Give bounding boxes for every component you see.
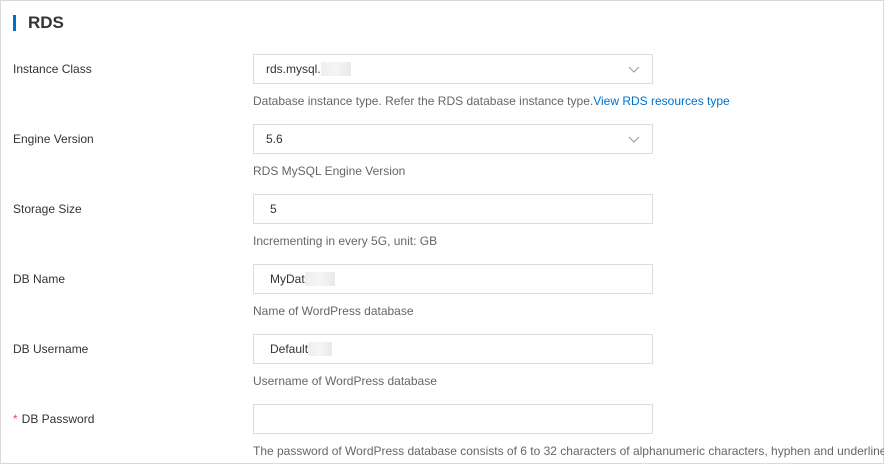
- storage-size-input[interactable]: 5: [253, 194, 653, 224]
- instance-class-select[interactable]: rds.mysql.: [253, 54, 653, 84]
- db-username-help: Username of WordPress database: [253, 374, 437, 388]
- storage-size-label: Storage Size: [13, 202, 82, 216]
- section-header: RDS: [13, 13, 64, 33]
- db-password-help: The password of WordPress database consi…: [253, 444, 884, 458]
- rds-config-panel: RDS Instance Class rds.mysql. Database i…: [0, 0, 884, 464]
- redacted-blur: [304, 272, 335, 286]
- chevron-down-icon: [628, 136, 640, 143]
- db-username-input[interactable]: Default: [253, 334, 653, 364]
- db-name-help: Name of WordPress database: [253, 304, 414, 318]
- db-username-label: DB Username: [13, 342, 89, 356]
- instance-class-help: Database instance type. Refer the RDS da…: [253, 94, 730, 108]
- section-accent-bar: [13, 15, 16, 31]
- db-username-value: Default: [270, 342, 333, 356]
- db-name-input[interactable]: MyDat: [253, 264, 653, 294]
- storage-size-value: 5: [270, 202, 277, 216]
- required-mark: *: [13, 412, 18, 426]
- chevron-down-icon: [628, 66, 640, 73]
- redacted-blur: [308, 342, 333, 356]
- db-password-input[interactable]: [253, 404, 653, 434]
- view-rds-resources-link[interactable]: View RDS resources type: [593, 94, 730, 108]
- redacted-blur: [320, 62, 351, 76]
- engine-version-label: Engine Version: [13, 132, 94, 146]
- db-name-label: DB Name: [13, 272, 66, 286]
- db-password-label: * DB Password: [13, 412, 95, 426]
- instance-class-label: Instance Class: [13, 62, 92, 76]
- engine-version-value: 5.6: [266, 132, 283, 146]
- section-title: RDS: [28, 13, 64, 32]
- instance-class-value: rds.mysql.: [266, 62, 351, 76]
- storage-size-help: Incrementing in every 5G, unit: GB: [253, 234, 438, 248]
- db-name-value: MyDat: [270, 272, 335, 286]
- engine-version-help: RDS MySQL Engine Version: [253, 164, 406, 178]
- engine-version-select[interactable]: 5.6: [253, 124, 653, 154]
